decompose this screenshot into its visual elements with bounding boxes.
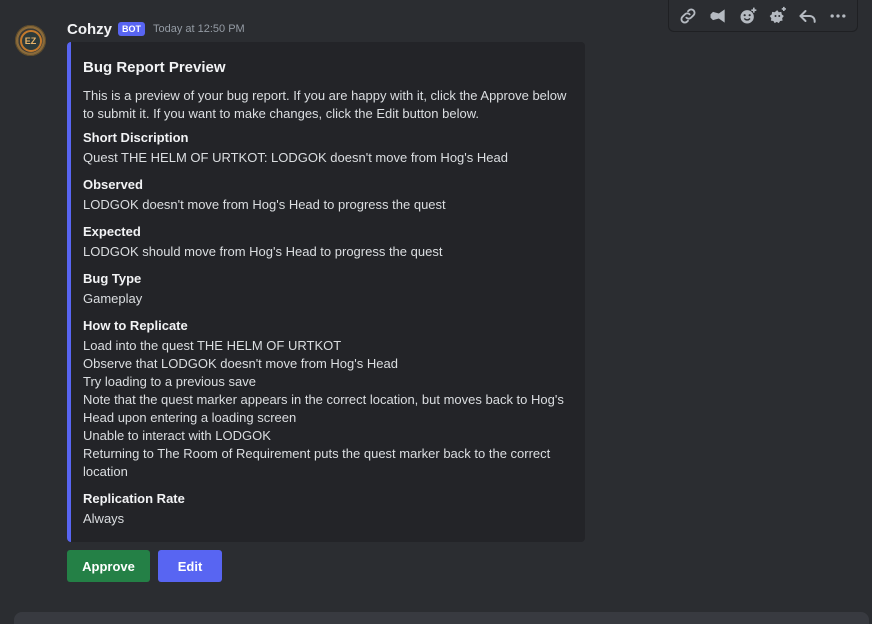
edit-button[interactable]: Edit (158, 550, 222, 582)
field-value-line: Load into the quest THE HELM OF URTKOT (83, 338, 342, 353)
field-value: Quest THE HELM OF URTKOT: LODGOK doesn't… (83, 149, 571, 167)
field-replication-rate: Replication Rate Always (83, 490, 571, 528)
field-value: LODGOK doesn't move from Hog's Head to p… (83, 196, 571, 214)
field-name: Expected (83, 224, 141, 239)
field-value-line: Always (83, 511, 125, 526)
send-icon (710, 8, 725, 23)
embed-description: This is a preview of your bug report. If… (83, 88, 567, 121)
field-name: How to Replicate (83, 318, 188, 333)
field-name: Short Discription (83, 130, 189, 145)
field-value: Always (83, 510, 571, 528)
bug-report-embed: Bug Report Preview This is a preview of … (67, 42, 585, 542)
add-reaction-icon (740, 7, 757, 23)
link-icon (680, 8, 696, 23)
username[interactable]: Cohzy (67, 21, 112, 38)
field-observed: Observed LODGOK doesn't move from Hog's … (83, 176, 571, 214)
approve-button[interactable]: Approve (67, 550, 150, 582)
field-value-line: LODGOK should move from Hog's Head to pr… (83, 244, 443, 259)
forward-button[interactable] (704, 2, 732, 30)
message-composer[interactable] (14, 612, 869, 624)
field-how-to-replicate: How to Replicate Load into the quest THE… (83, 317, 571, 481)
field-value: LODGOK should move from Hog's Head to pr… (83, 243, 571, 261)
field-value-line: Unable to interact with LODGOK (83, 428, 271, 443)
reply-button[interactable] (794, 2, 822, 30)
add-super-reaction-button[interactable] (764, 2, 792, 30)
message-timestamp[interactable]: Today at 12:50 PM (153, 23, 245, 35)
copy-link-button[interactable] (674, 2, 702, 30)
field-value-line: Observe that LODGOK doesn't move from Ho… (83, 356, 398, 371)
field-name: Observed (83, 177, 143, 192)
field-expected: Expected LODGOK should move from Hog's H… (83, 223, 571, 261)
embed-title: Bug Report Preview (83, 59, 226, 76)
message-header: Cohzy BOT Today at 12:50 PM (67, 19, 245, 39)
field-value-line: Gameplay (83, 291, 143, 306)
reply-icon (799, 9, 816, 23)
field-short-description: Short Discription Quest THE HELM OF URTK… (83, 129, 571, 167)
message-actions-toolbar (668, 0, 858, 32)
field-bug-type: Bug Type Gameplay (83, 270, 571, 308)
action-buttons: Approve Edit (67, 550, 222, 582)
field-value-line: LODGOK doesn't move from Hog's Head to p… (83, 197, 446, 212)
bot-avatar[interactable]: EZ (15, 25, 46, 56)
field-name: Bug Type (83, 271, 142, 286)
add-reaction-button[interactable] (734, 2, 762, 30)
field-value-line: Try loading to a previous save (83, 374, 256, 389)
more-options-button[interactable] (824, 2, 852, 30)
field-value-line: Note that the quest marker appears in th… (83, 392, 564, 425)
field-value: Gameplay (83, 290, 571, 308)
more-icon (830, 13, 846, 18)
add-super-reaction-icon (769, 6, 786, 23)
field-value-line: Returning to The Room of Requirement put… (83, 446, 551, 479)
field-name: Replication Rate (83, 491, 185, 506)
field-value-line: Quest THE HELM OF URTKOT: LODGOK doesn't… (83, 150, 508, 165)
bot-badge: BOT (118, 22, 145, 36)
avatar-logo: EZ (19, 29, 42, 52)
field-value: Load into the quest THE HELM OF URTKOT O… (83, 337, 571, 481)
